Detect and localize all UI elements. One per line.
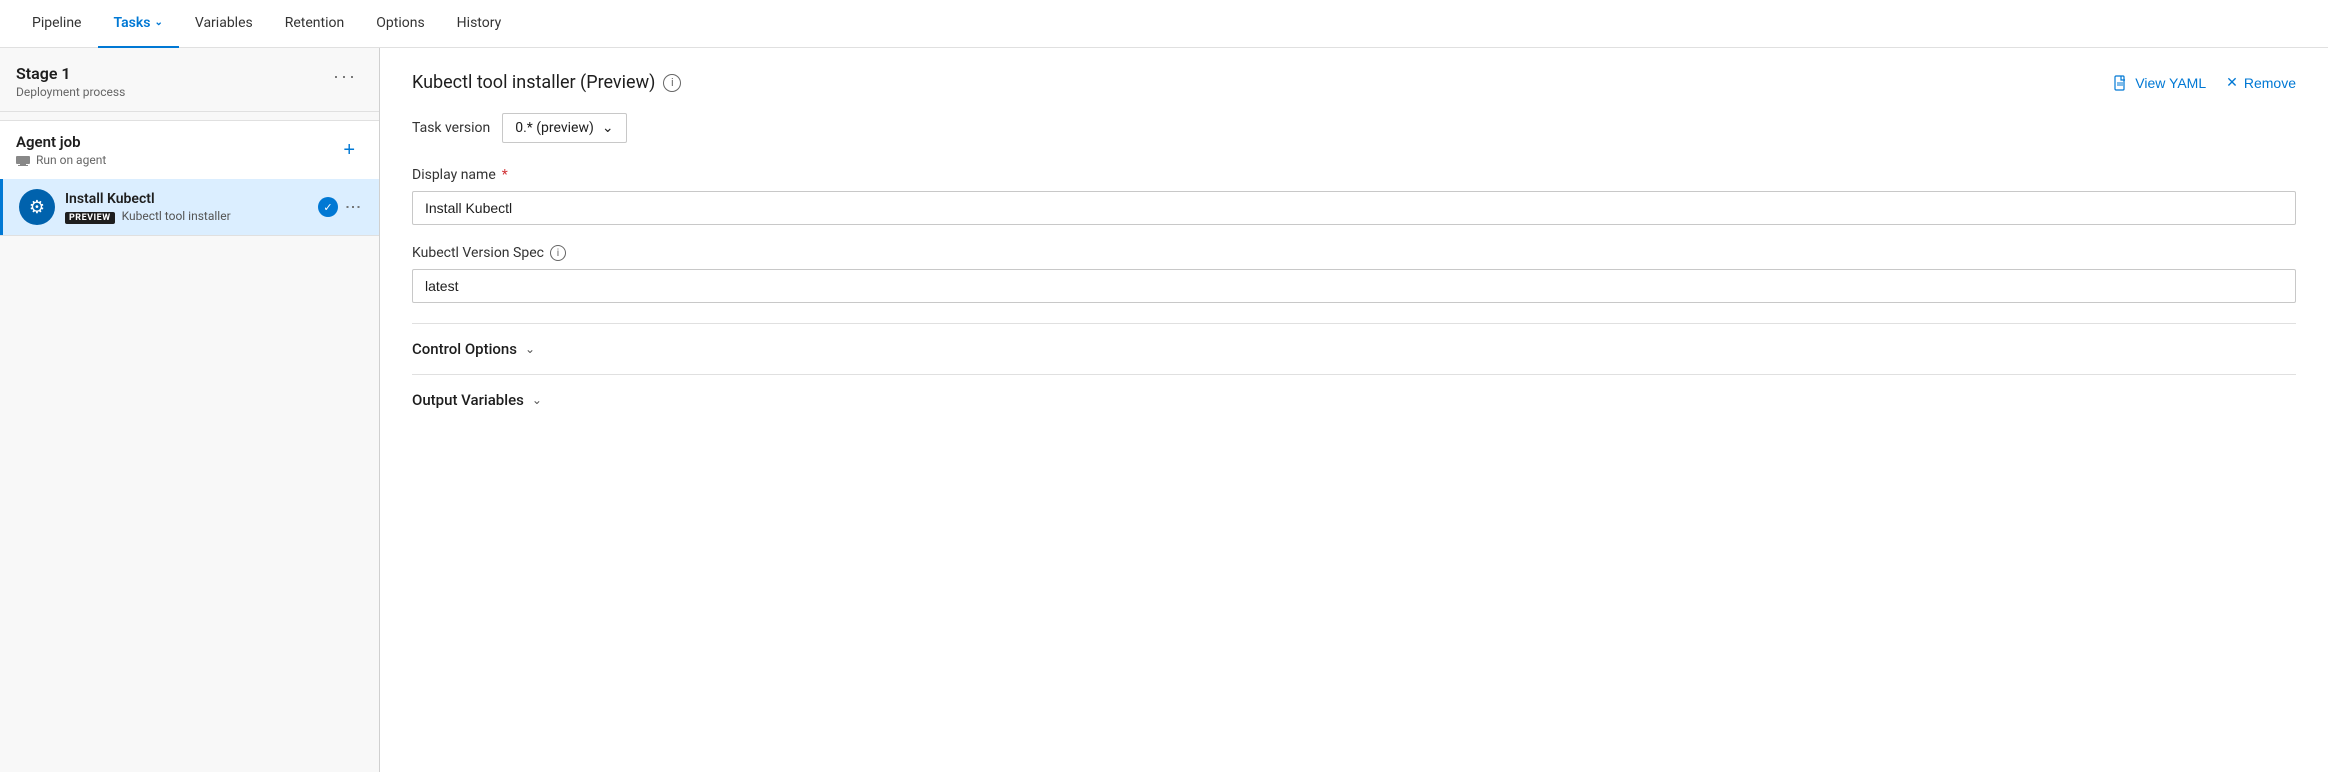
- control-options-section: Control Options ⌄: [412, 323, 2296, 374]
- nav-pipeline[interactable]: Pipeline: [16, 0, 98, 48]
- kubectl-version-info-icon[interactable]: i: [550, 245, 566, 261]
- agent-job-section: Agent job Run on agent +: [0, 120, 379, 236]
- remove-x-icon: ✕: [2226, 74, 2238, 91]
- task-context-menu-button[interactable]: ⋮: [344, 199, 363, 216]
- stage-title: Stage 1: [16, 64, 125, 83]
- yaml-file-icon: [2113, 75, 2129, 91]
- remove-button[interactable]: ✕ Remove: [2226, 74, 2296, 91]
- kubectl-version-spec-label: Kubectl Version Spec i: [412, 245, 2296, 261]
- right-panel: Kubectl tool installer (Preview) i View …: [380, 48, 2328, 772]
- task-version-row: Task version 0.* (preview) ⌄: [412, 113, 2296, 143]
- control-options-chevron-icon: ⌄: [525, 342, 535, 356]
- view-yaml-button[interactable]: View YAML: [2113, 75, 2206, 91]
- stage-header: Stage 1 Deployment process ···: [0, 48, 379, 112]
- agent-job-title: Agent job: [16, 133, 106, 151]
- agent-icon: [16, 154, 32, 166]
- task-name: Install Kubectl: [65, 191, 308, 207]
- task-version-select[interactable]: 0.* (preview) ⌄: [502, 113, 626, 143]
- task-version-label: Task version: [412, 120, 490, 136]
- title-info-icon[interactable]: i: [663, 74, 681, 92]
- nav-retention[interactable]: Retention: [269, 0, 361, 48]
- nav-tasks[interactable]: Tasks ⌄: [98, 0, 179, 48]
- agent-job-subtitle: Run on agent: [16, 153, 106, 167]
- left-panel: Stage 1 Deployment process ··· Agent job: [0, 48, 380, 772]
- display-name-label: Display name *: [412, 167, 2296, 183]
- display-name-group: Display name *: [412, 167, 2296, 225]
- kubectl-icon: ⚙: [29, 197, 45, 218]
- control-options-header[interactable]: Control Options ⌄: [412, 340, 2296, 358]
- kubectl-version-spec-input[interactable]: [412, 269, 2296, 303]
- task-check-icon: ✓: [318, 197, 338, 217]
- version-chevron-icon: ⌄: [602, 120, 614, 136]
- add-task-button[interactable]: +: [335, 137, 363, 164]
- required-star: *: [502, 167, 508, 183]
- nav-options[interactable]: Options: [360, 0, 440, 48]
- right-panel-title: Kubectl tool installer (Preview): [412, 72, 655, 93]
- main-content: Stage 1 Deployment process ··· Agent job: [0, 48, 2328, 772]
- stage-more-button[interactable]: ···: [327, 64, 363, 89]
- nav-variables[interactable]: Variables: [179, 0, 269, 48]
- task-actions: ✓ ⋮: [318, 197, 363, 217]
- task-item[interactable]: ⚙ Install Kubectl PREVIEW Kubectl tool i…: [0, 179, 379, 235]
- output-variables-section: Output Variables ⌄: [412, 374, 2296, 425]
- display-name-input[interactable]: [412, 191, 2296, 225]
- task-icon-wrap: ⚙: [19, 189, 55, 225]
- right-actions: View YAML ✕ Remove: [2113, 74, 2296, 91]
- tasks-chevron-icon: ⌄: [154, 17, 162, 28]
- agent-job-header: Agent job Run on agent +: [0, 121, 379, 179]
- stage-info: Stage 1 Deployment process: [16, 64, 125, 99]
- task-sub: PREVIEW Kubectl tool installer: [65, 209, 308, 224]
- task-preview-badge: PREVIEW: [65, 212, 115, 224]
- stage-subtitle: Deployment process: [16, 85, 125, 99]
- task-info: Install Kubectl PREVIEW Kubectl tool ins…: [65, 191, 308, 224]
- top-nav: Pipeline Tasks ⌄ Variables Retention Opt…: [0, 0, 2328, 48]
- output-variables-chevron-icon: ⌄: [532, 393, 542, 407]
- right-header: Kubectl tool installer (Preview) i View …: [412, 72, 2296, 93]
- right-title-area: Kubectl tool installer (Preview) i: [412, 72, 681, 93]
- kubectl-version-spec-group: Kubectl Version Spec i: [412, 245, 2296, 303]
- nav-history[interactable]: History: [441, 0, 518, 48]
- output-variables-header[interactable]: Output Variables ⌄: [412, 391, 2296, 409]
- agent-job-info: Agent job Run on agent: [16, 133, 106, 167]
